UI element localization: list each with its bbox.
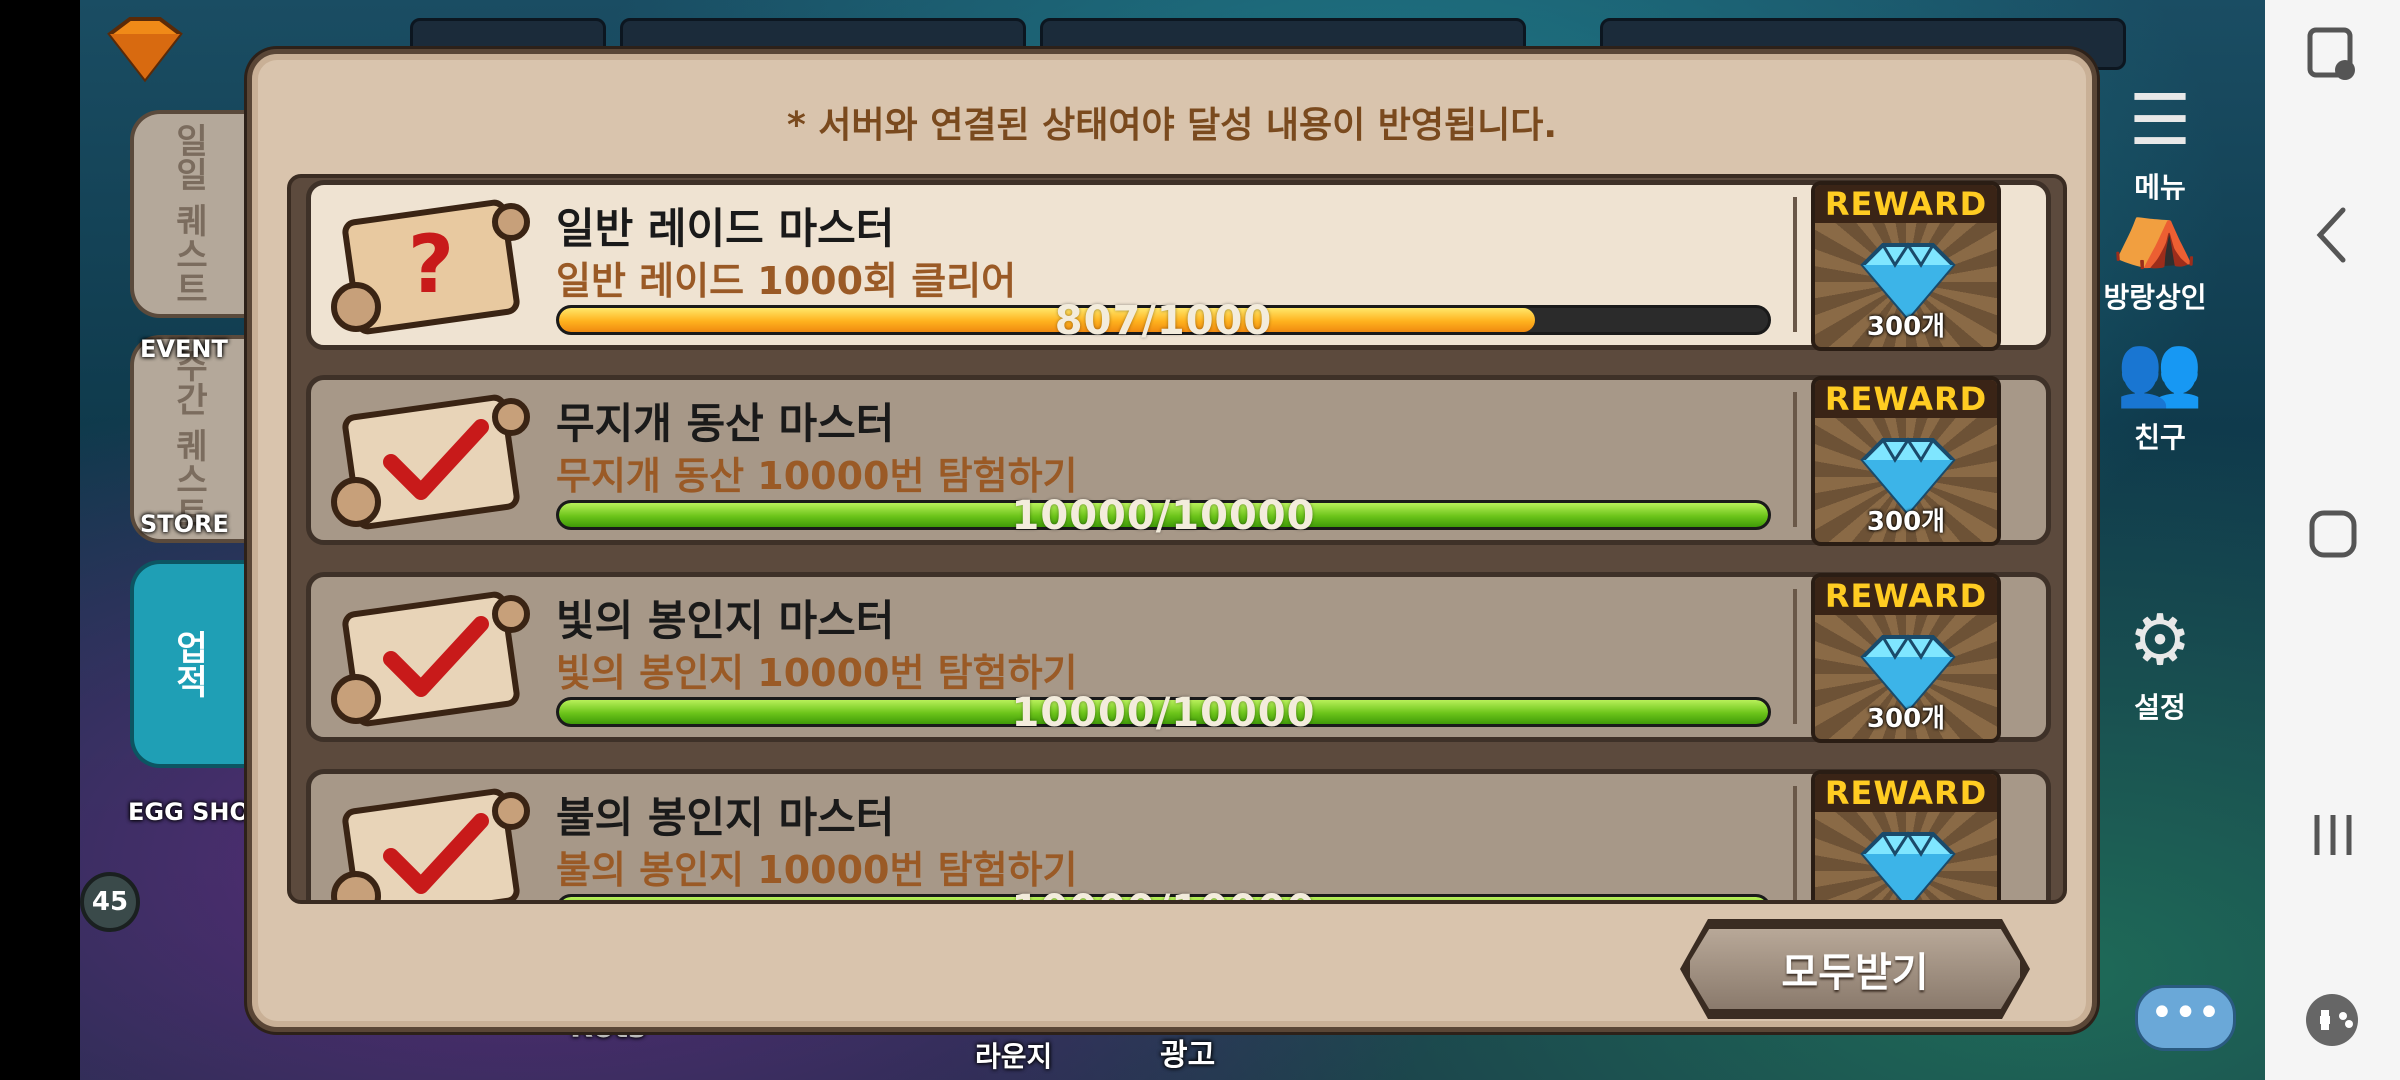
- back-icon[interactable]: [2265, 200, 2400, 270]
- merchant-icon: ⛺: [2111, 189, 2199, 271]
- achievement-title: 빛의 봉인지 마스터: [556, 596, 895, 645]
- system-navigation-bar: [2265, 0, 2400, 1080]
- achievement-description: 빛의 봉인지 10000번 탐험하기: [556, 651, 1078, 695]
- achievement-row: ? 일반 레이드 마스터 일반 레이드 1000회 클리어 807/1000 R…: [306, 180, 2051, 351]
- reward-tag: REWARD: [1815, 577, 1997, 615]
- claim-all-button[interactable]: 모두받기: [1685, 924, 2025, 1014]
- achievement-row: 빛의 봉인지 마스터 빛의 봉인지 10000번 탐험하기 10000/1000…: [306, 572, 2051, 743]
- progress-text: 10000/10000: [1011, 493, 1316, 539]
- achievement-row: 불의 봉인지 마스터 불의 봉인지 10000번 탐험하기 10000/1000…: [306, 769, 2051, 900]
- achievement-title: 무지개 동산 마스터: [556, 399, 895, 448]
- achievement-title: 불의 봉인지 마스터: [556, 793, 895, 842]
- merchant-button[interactable]: ⛺ 방랑상인: [2095, 190, 2215, 316]
- svg-text:?: ?: [408, 218, 454, 311]
- reward-tag: REWARD: [1815, 774, 1997, 812]
- event-label[interactable]: EVENT: [140, 335, 228, 363]
- reward-count: 300개: [1866, 704, 1946, 734]
- game-tools-icon[interactable]: [2265, 990, 2400, 1050]
- store-label[interactable]: STORE: [140, 510, 229, 538]
- divider: [1793, 786, 1797, 900]
- server-notice: * 서버와 연결된 상태여야 달성 내용이 반영됩니다.: [786, 105, 1558, 146]
- level-badge: 45: [80, 872, 140, 932]
- achievement-description: 불의 봉인지 10000번 탐험하기: [556, 848, 1078, 892]
- reward-count: 300개: [1866, 312, 1946, 342]
- achievement-title: 일반 레이드 마스터: [556, 204, 895, 253]
- progress-text: 10000/10000: [556, 887, 1771, 900]
- lounge-label[interactable]: 라운지: [975, 1035, 1052, 1075]
- ad-label[interactable]: 광고: [1160, 1030, 1215, 1074]
- divider: [1793, 392, 1797, 527]
- divider: [1793, 197, 1797, 332]
- progress-text: 10000/10000: [1011, 690, 1316, 736]
- reward-button[interactable]: REWARD 300개: [1811, 376, 2001, 546]
- diamond-icon: [1860, 831, 1956, 900]
- reward-button[interactable]: REWARD 300개: [1811, 573, 2001, 743]
- achievement-dialog: * 서버와 연결된 상태여야 달성 내용이 반영됩니다. ? 일반 레이드 마스…: [247, 49, 2380, 1032]
- checked-scroll-icon: [331, 591, 530, 727]
- screen-touch-lock-icon[interactable]: [2265, 25, 2400, 85]
- achievement-description: 무지개 동산 10000번 탐험하기: [556, 454, 1078, 498]
- question-scroll-icon: ?: [331, 199, 530, 335]
- settings-icon: ⚙: [2128, 599, 2192, 681]
- recents-icon[interactable]: [2265, 805, 2400, 865]
- progress-text: 807/1000: [1054, 298, 1273, 344]
- settings-button[interactable]: ⚙ 설정: [2100, 600, 2220, 726]
- checked-scroll-icon: [331, 788, 530, 900]
- gem-currency-icon: [107, 17, 183, 83]
- menu-button[interactable]: ☰ 메뉴: [2100, 80, 2220, 206]
- reward-tag: REWARD: [1815, 380, 1997, 418]
- reward-button[interactable]: REWARD 300개: [1811, 181, 2001, 351]
- tab-daily-quest[interactable]: 일일 퀘스트: [130, 110, 244, 318]
- friends-icon: 👥: [2116, 329, 2204, 411]
- tab-achievements[interactable]: 업적: [130, 560, 244, 768]
- achievement-row: 무지개 동산 마스터 무지개 동산 10000번 탐험하기 10000/1000…: [306, 375, 2051, 546]
- reward-tag: REWARD: [1815, 185, 1997, 223]
- checked-scroll-icon: [331, 394, 530, 530]
- friends-button[interactable]: 👥 친구: [2100, 330, 2220, 456]
- chat-bubble-icon[interactable]: •••: [2135, 985, 2236, 1051]
- achievement-description: 일반 레이드 1000회 클리어: [556, 259, 1017, 303]
- reward-button[interactable]: REWARD: [1811, 770, 2001, 900]
- menu-icon: ☰: [2128, 79, 2192, 161]
- divider: [1793, 589, 1797, 724]
- reward-count: 300개: [1866, 507, 1946, 537]
- home-icon[interactable]: [2265, 505, 2400, 565]
- achievement-list[interactable]: ? 일반 레이드 마스터 일반 레이드 1000회 클리어 807/1000 R…: [287, 174, 2067, 904]
